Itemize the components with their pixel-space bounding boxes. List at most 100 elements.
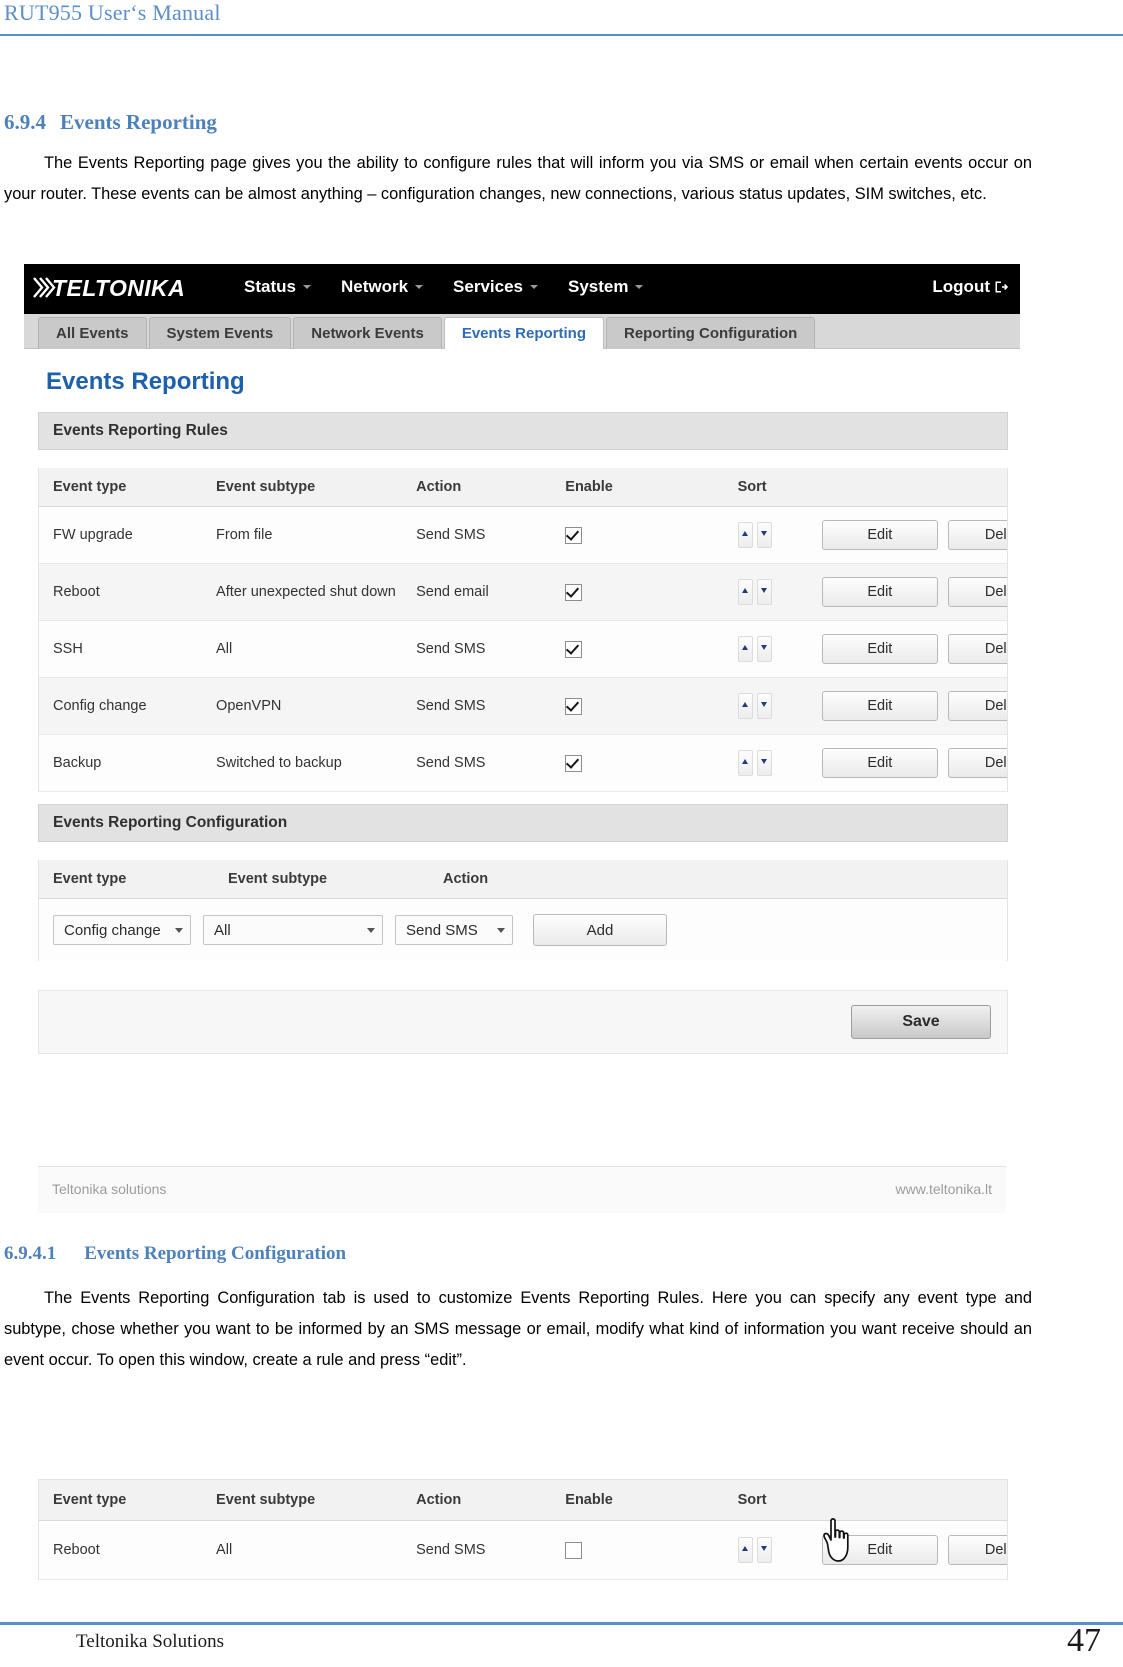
router-main-nav: Status Network Services System (244, 277, 644, 297)
nav-item-network-label: Network (340, 277, 409, 296)
nav-item-services[interactable]: Services (453, 277, 538, 297)
save-button[interactable]: Save (851, 1005, 991, 1039)
event-subtype-select[interactable]: All (203, 915, 383, 945)
column-header-enable: Enable (565, 479, 613, 495)
cell-event-subtype: All (216, 641, 233, 657)
router-webui-screenshot-edit-row: Event type Event subtype Action Enable S… (24, 1479, 1020, 1583)
edit-button[interactable]: Edit (821, 1535, 938, 1565)
sort-down-button[interactable] (756, 1537, 772, 1563)
nav-item-system[interactable]: System (568, 277, 644, 297)
sort-up-button[interactable] (737, 693, 753, 719)
sort-down-button[interactable] (756, 636, 772, 662)
nav-item-status[interactable]: Status (244, 277, 311, 297)
tab-all-events[interactable]: All Events (38, 317, 147, 349)
events-reporting-configuration-table: Event type Event subtype Action Config c… (38, 860, 1008, 961)
chevron-down-icon (302, 285, 311, 289)
edit-button[interactable]: Edit (821, 691, 938, 721)
sort-up-button[interactable] (737, 750, 753, 776)
delete-button[interactable]: Delete (947, 577, 1007, 607)
cell-event-type: Reboot (53, 584, 100, 600)
cell-event-subtype: All (216, 1542, 233, 1558)
edit-button[interactable]: Edit (821, 577, 938, 607)
cell-event-subtype: After unexpected shut down (216, 584, 396, 600)
event-type-select[interactable]: Config change (53, 915, 191, 945)
logout-button[interactable]: Logout (932, 277, 1008, 297)
cell-enable (551, 526, 723, 544)
action-select[interactable]: Send SMS (395, 915, 513, 945)
chevron-down-icon (415, 285, 424, 289)
cell-enable (551, 754, 723, 772)
column-header-event-subtype: Event subtype (216, 1492, 316, 1508)
cell-enable (551, 583, 723, 601)
enable-checkbox[interactable] (565, 1541, 583, 1559)
add-button[interactable]: Add (533, 914, 667, 946)
table-row: Reboot After unexpected shut down Send e… (39, 564, 1007, 621)
tab-events-reporting[interactable]: Events Reporting (443, 317, 604, 349)
edit-button[interactable]: Edit (821, 634, 938, 664)
heading-6-9-4-1: 6.9.4.1 Events Reporting Configuration (4, 1243, 346, 1265)
cell-action: Send email (416, 584, 489, 600)
cell-row-actions: Edit Delete (821, 577, 1007, 607)
sort-down-button[interactable] (756, 750, 772, 776)
cell-event-subtype: OpenVPN (216, 698, 282, 714)
heading-6-9-4-number: 6.9.4 (4, 110, 46, 134)
cell-event-type: FW upgrade (53, 527, 133, 543)
cell-event-subtype: From file (216, 527, 273, 543)
chevron-down-icon (497, 927, 505, 933)
enable-checkbox[interactable] (565, 526, 583, 544)
tab-network-events[interactable]: Network Events (293, 317, 442, 349)
cell-row-actions: Edit Delete (821, 634, 1007, 664)
sort-up-button[interactable] (737, 579, 753, 605)
cell-sort (724, 522, 822, 548)
sort-down-button[interactable] (756, 579, 772, 605)
heading-6-9-4-1-text: Events Reporting Configuration (84, 1243, 347, 1264)
sort-up-button[interactable] (737, 1537, 753, 1563)
configuration-form-row: Config change All Send SMS Add (39, 899, 1007, 961)
edit-button[interactable]: Edit (821, 748, 938, 778)
delete-button[interactable]: Delete (947, 748, 1007, 778)
enable-checkbox[interactable] (565, 697, 583, 715)
router-webui-screenshot: TELTONIKA Status Network Services System… (24, 264, 1020, 1230)
table-row: Config change OpenVPN Send SMS Edit Dele… (39, 678, 1007, 735)
table-header-row: Event type Event subtype Action (39, 860, 1007, 899)
cell-action: Send SMS (416, 1542, 486, 1558)
sort-up-button[interactable] (737, 522, 753, 548)
sort-down-button[interactable] (756, 522, 772, 548)
action-select-value: Send SMS (406, 921, 478, 939)
event-subtype-select-wrap: All (191, 915, 383, 945)
logout-icon (995, 281, 1008, 293)
events-reporting-rules-table: Event type Event subtype Action Enable S… (38, 468, 1008, 792)
delete-button[interactable]: Delete (947, 691, 1007, 721)
enable-checkbox[interactable] (565, 640, 583, 658)
delete-button[interactable]: Delete (947, 520, 1007, 550)
cell-event-type: SSH (53, 641, 83, 657)
enable-checkbox[interactable] (565, 754, 583, 772)
sort-down-button[interactable] (756, 693, 772, 719)
page-number: 47 (1067, 1622, 1101, 1659)
chevron-down-icon (635, 285, 644, 289)
delete-button[interactable]: Delete (947, 1535, 1007, 1565)
tab-reporting-configuration[interactable]: Reporting Configuration (606, 317, 816, 349)
cell-event-type: Reboot (53, 1542, 100, 1558)
sort-up-button[interactable] (737, 636, 753, 662)
router-footer-right-link[interactable]: www.teltonika.lt (896, 1181, 992, 1197)
cell-row-actions: Edit Delete (821, 520, 1007, 550)
events-reporting-rules-table-small: Event type Event subtype Action Enable S… (38, 1479, 1008, 1580)
event-type-select-value: Config change (64, 921, 161, 939)
chevron-down-icon (530, 285, 538, 289)
logout-label: Logout (932, 277, 990, 296)
section-bar-configuration: Events Reporting Configuration (38, 804, 1008, 842)
save-bar: Save (38, 990, 1008, 1054)
nav-item-services-label: Services (453, 277, 523, 296)
table-header-row: Event type Event subtype Action Enable S… (39, 468, 1007, 507)
tab-system-events[interactable]: System Events (148, 317, 292, 349)
enable-checkbox[interactable] (565, 583, 583, 601)
delete-button[interactable]: Delete (947, 634, 1007, 664)
cell-sort (724, 636, 822, 662)
nav-item-status-label: Status (244, 277, 296, 296)
table-row: SSH All Send SMS Edit Delete (39, 621, 1007, 678)
cell-enable (551, 640, 723, 658)
nav-item-network[interactable]: Network (340, 277, 424, 297)
edit-button[interactable]: Edit (821, 520, 938, 550)
column-header-event-type: Event type (53, 1492, 127, 1508)
